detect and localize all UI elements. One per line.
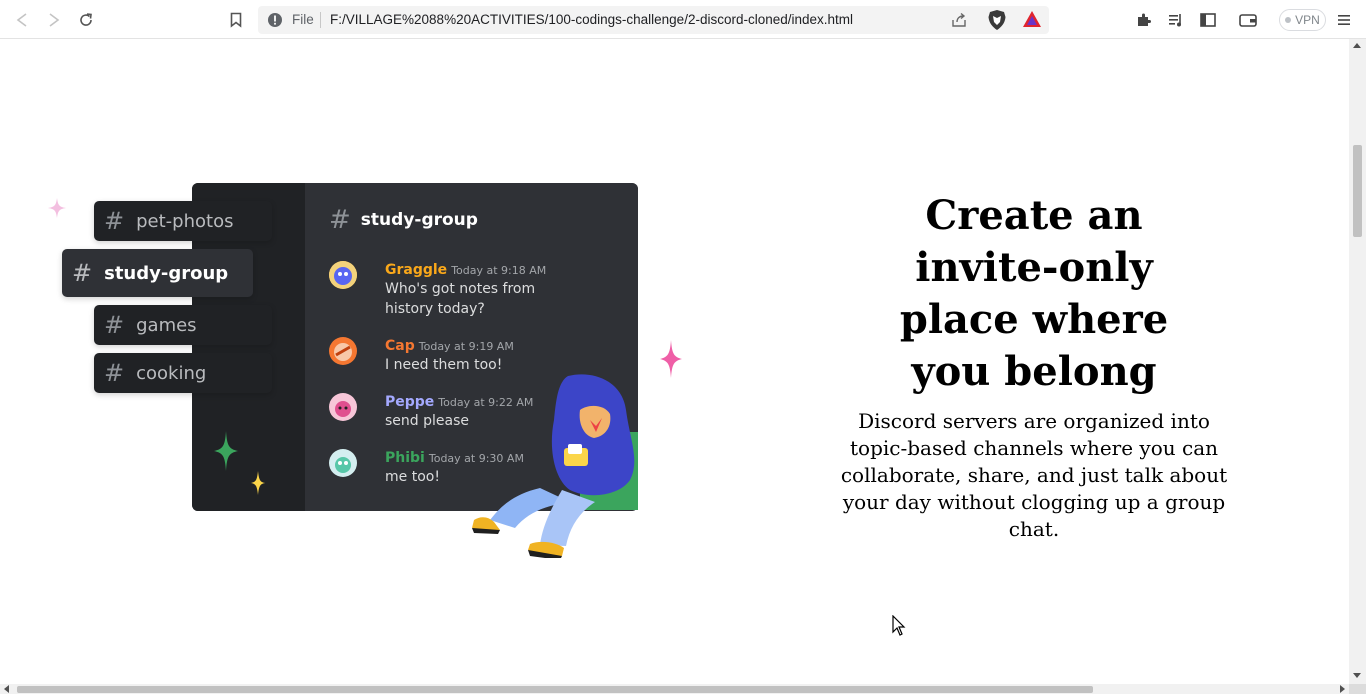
channel-pill-active: # study-group <box>62 249 253 297</box>
wallet-icon[interactable] <box>1236 8 1260 32</box>
share-icon[interactable] <box>950 11 968 33</box>
horizontal-scrollbar[interactable] <box>0 684 1349 694</box>
channel-label: pet-photos <box>136 210 234 232</box>
scroll-up-arrow-icon[interactable] <box>1353 43 1361 48</box>
message-timestamp: Today at 9:18 AM <box>451 264 547 277</box>
scroll-left-arrow-icon[interactable] <box>4 685 9 693</box>
channel-label: study-group <box>104 262 229 284</box>
avatar <box>329 393 357 421</box>
sparkle-pink-icon <box>660 340 682 378</box>
hashtag-icon: # <box>104 207 125 235</box>
vertical-scrollbar[interactable] <box>1349 39 1366 684</box>
avatar <box>329 449 357 477</box>
message-timestamp: Today at 9:19 AM <box>418 340 514 353</box>
horizontal-scroll-thumb[interactable] <box>17 686 1093 693</box>
sparkle-green-icon <box>214 431 238 471</box>
mouse-cursor-icon <box>892 615 906 636</box>
avatar <box>329 261 357 289</box>
reload-icon[interactable] <box>74 8 98 32</box>
brave-shields-icon[interactable] <box>987 9 1007 35</box>
extensions-icon[interactable] <box>1132 8 1156 32</box>
channel-pill: # pet-photos <box>94 201 272 241</box>
hashtag-icon: # <box>104 359 125 387</box>
vertical-scroll-thumb[interactable] <box>1353 145 1362 237</box>
forward-arrow-icon[interactable] <box>42 8 66 32</box>
chat-header: # study-group <box>329 207 478 233</box>
scrollbar-corner <box>1349 684 1366 694</box>
url-divider <box>320 12 321 28</box>
message-text: Who's got notes from history today? <box>385 281 536 317</box>
sidebar-icon[interactable] <box>1196 8 1220 32</box>
vpn-button[interactable]: VPN <box>1279 9 1326 31</box>
scroll-down-arrow-icon[interactable] <box>1353 673 1361 678</box>
sparkle-pink-small-icon <box>48 198 66 218</box>
message-author: Peppe <box>385 394 435 410</box>
browser-toolbar: File F:/VILLAGE%2088%20ACTIVITIES/100-co… <box>0 0 1366 39</box>
sparkle-yellow-icon <box>251 471 265 495</box>
chat-channel-title: study-group <box>360 210 478 230</box>
avatar <box>329 337 357 365</box>
channel-label: cooking <box>136 362 207 384</box>
brave-rewards-icon[interactable] <box>1022 10 1042 32</box>
channel-pill: # cooking <box>94 353 272 393</box>
site-info-icon[interactable] <box>267 12 283 28</box>
character-illustration <box>472 374 638 558</box>
vpn-label: VPN <box>1295 13 1320 27</box>
feature-copy: Create an invite-only place where you be… <box>815 190 1253 543</box>
message-author: Cap <box>385 338 415 354</box>
page-viewport: # study-group Graggle Today at 9:18 AM Wh… <box>0 40 1349 684</box>
feature-headline: Create an invite-only place where you be… <box>899 192 1169 395</box>
hamburger-menu-icon[interactable] <box>1332 8 1356 32</box>
media-queue-icon[interactable] <box>1164 8 1188 32</box>
bookmark-icon[interactable] <box>224 8 248 32</box>
scroll-right-arrow-icon[interactable] <box>1340 685 1345 693</box>
address-bar[interactable]: File F:/VILLAGE%2088%20ACTIVITIES/100-co… <box>258 6 1049 34</box>
feature-description: Discord servers are organized into topic… <box>840 409 1228 541</box>
vpn-status-dot <box>1285 17 1292 23</box>
hashtag-icon: # <box>72 259 93 287</box>
channel-label: games <box>136 314 197 336</box>
url-text[interactable]: F:/VILLAGE%2088%20ACTIVITIES/100-codings… <box>330 12 853 27</box>
hashtag-icon: # <box>104 311 125 339</box>
url-scheme-label: File <box>292 12 314 27</box>
back-arrow-icon[interactable] <box>10 8 34 32</box>
message-author: Phibi <box>385 450 425 466</box>
channel-pill: # games <box>94 305 272 345</box>
message-author: Graggle <box>385 262 448 278</box>
hashtag-icon: # <box>329 205 351 235</box>
